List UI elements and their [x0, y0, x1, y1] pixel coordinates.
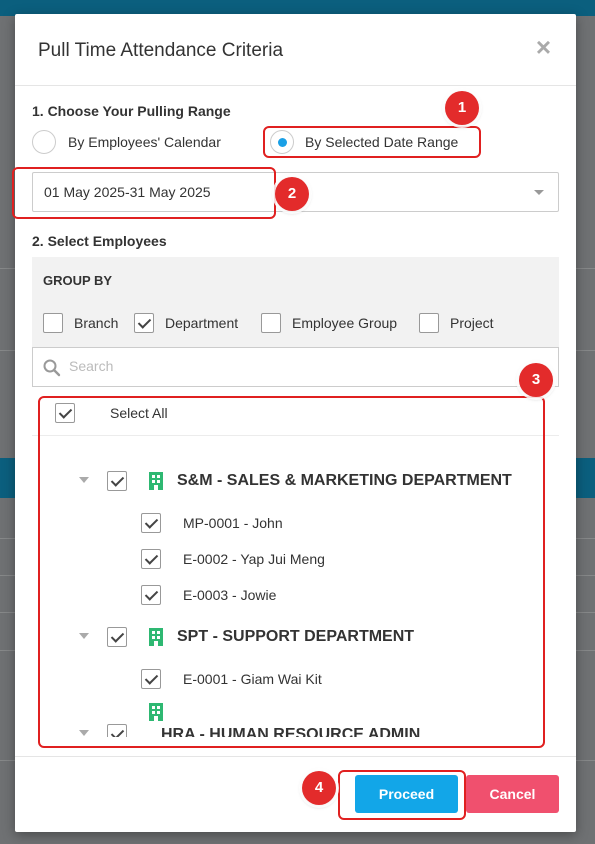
- search-input[interactable]: [69, 358, 539, 374]
- group-by-panel: GROUP BY Branch Department Employee Grou…: [32, 257, 559, 347]
- annotation-highlight: [12, 167, 276, 219]
- radio-employees-calendar[interactable]: [32, 130, 56, 154]
- search-icon: [43, 359, 61, 377]
- dialog-footer: Proceed Cancel: [15, 756, 576, 832]
- close-icon[interactable]: ×: [536, 34, 551, 60]
- groupby-department-checkbox[interactable]: [134, 313, 154, 333]
- annotation-highlight: [38, 396, 545, 748]
- groupby-branch-checkbox[interactable]: [43, 313, 63, 333]
- groupby-branch-label[interactable]: Branch: [74, 315, 118, 331]
- select-employees-label: 2. Select Employees: [32, 233, 167, 249]
- chevron-down-icon: [534, 190, 544, 195]
- groupby-project-checkbox[interactable]: [419, 313, 439, 333]
- annotation-highlight: [338, 770, 466, 820]
- annotation-highlight: [263, 126, 481, 158]
- annotation-marker: 3: [519, 363, 553, 397]
- dialog-title: Pull Time Attendance Criteria: [38, 40, 284, 61]
- annotation-marker: 4: [302, 771, 336, 805]
- groupby-employee-group-checkbox[interactable]: [261, 313, 281, 333]
- group-by-title: GROUP BY: [43, 273, 113, 288]
- employee-search: [32, 347, 559, 387]
- cancel-button[interactable]: Cancel: [466, 775, 559, 813]
- radio-employees-calendar-label[interactable]: By Employees' Calendar: [68, 134, 221, 150]
- groupby-department-label[interactable]: Department: [165, 315, 238, 331]
- dialog-header: Pull Time Attendance Criteria ×: [15, 14, 576, 86]
- groupby-project-label[interactable]: Project: [450, 315, 494, 331]
- pulling-range-label: 1. Choose Your Pulling Range: [32, 103, 231, 119]
- annotation-marker: 2: [275, 177, 309, 211]
- groupby-employee-group-label[interactable]: Employee Group: [292, 315, 397, 331]
- annotation-marker: 1: [445, 91, 479, 125]
